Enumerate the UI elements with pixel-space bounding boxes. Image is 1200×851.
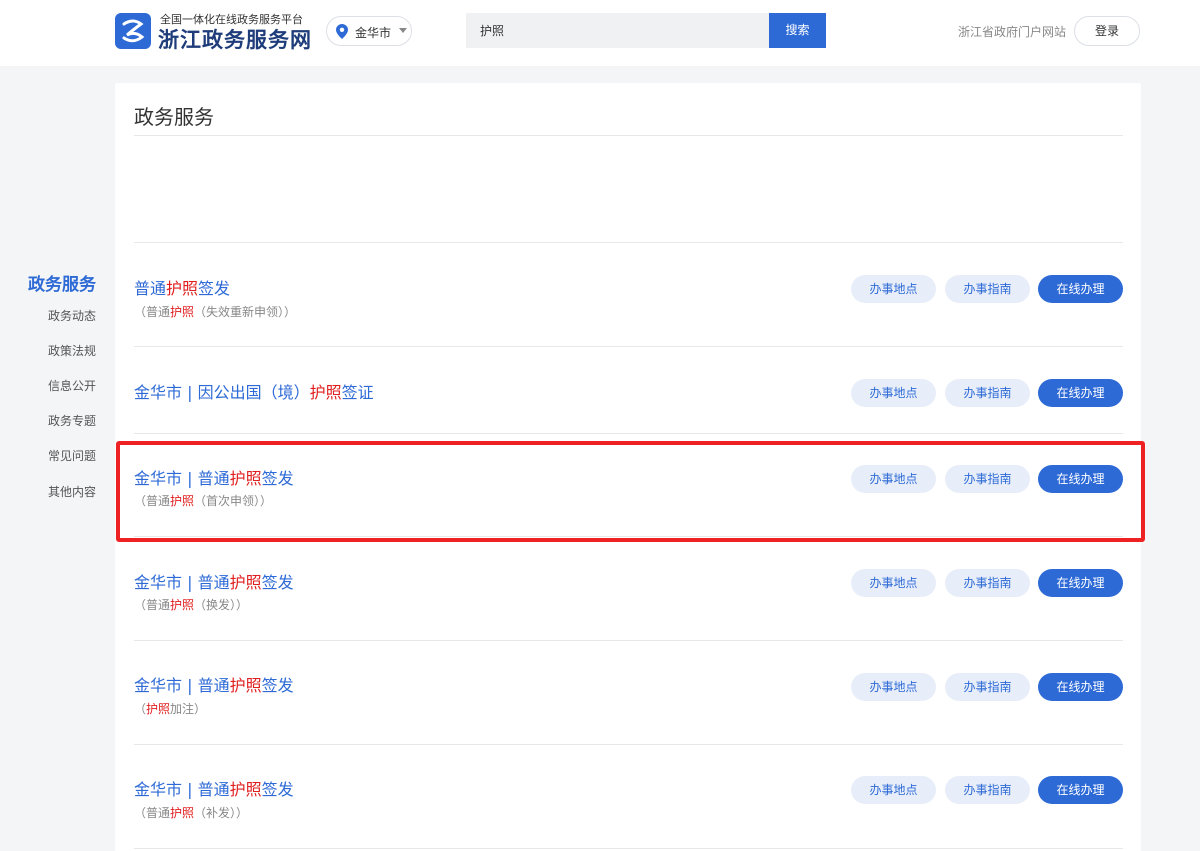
result-subtitle: （普通护照（失效重新申领）） [134,305,297,319]
site-logo-icon[interactable] [115,13,151,49]
result-title[interactable]: 金华市 | 普通护照签发 [134,569,294,593]
search-input[interactable] [466,13,769,48]
divider [134,346,1123,347]
location-button[interactable]: 办事地点 [851,379,936,407]
sidebar-item-disclosure[interactable]: 信息公开 [48,377,96,394]
online-apply-button[interactable]: 在线办理 [1038,776,1123,804]
location-pin-icon [336,24,348,39]
divider [134,640,1123,641]
guide-button[interactable]: 办事指南 [945,673,1030,701]
sidebar-item-other[interactable]: 其他内容 [48,483,96,500]
result-title[interactable]: 金华市 | 普通护照签发 [134,672,294,696]
sidebar-item-policy[interactable]: 政策法规 [48,342,96,359]
online-apply-button[interactable]: 在线办理 [1038,379,1123,407]
sidebar-item-topics[interactable]: 政务专题 [48,412,96,429]
login-button[interactable]: 登录 [1074,16,1140,46]
online-apply-button[interactable]: 在线办理 [1038,673,1123,701]
page-title: 政务服务 [134,105,214,129]
logo-title[interactable]: 浙江政务服务网 [158,24,312,54]
sidebar-item-news[interactable]: 政务动态 [48,307,96,324]
portal-link[interactable]: 浙江省政府门户网站 [958,23,1066,40]
result-title[interactable]: 金华市 | 普通护照签发 [134,776,294,800]
city-selector[interactable]: 金华市 [326,16,412,46]
online-apply-button[interactable]: 在线办理 [1038,569,1123,597]
guide-button[interactable]: 办事指南 [945,776,1030,804]
sidebar-item-faq[interactable]: 常见问题 [48,447,96,464]
result-subtitle: （普通护照（换发）） [134,598,249,612]
guide-button[interactable]: 办事指南 [945,569,1030,597]
location-button[interactable]: 办事地点 [851,275,936,303]
result-subtitle: （普通护照（补发）） [134,806,249,820]
result-title[interactable]: 普通护照签发 [134,275,230,299]
sidebar-title[interactable]: 政务服务 [28,270,96,295]
result-subtitle: （护照加注） [134,702,207,716]
highlight-annotation-box [116,441,1145,542]
location-button[interactable]: 办事地点 [851,776,936,804]
divider [134,242,1123,243]
divider [134,433,1123,434]
location-button[interactable]: 办事地点 [851,569,936,597]
online-apply-button[interactable]: 在线办理 [1038,275,1123,303]
chevron-down-icon [399,28,407,33]
divider [134,848,1123,849]
guide-button[interactable]: 办事指南 [945,379,1030,407]
result-title[interactable]: 金华市 | 因公出国（境）护照签证 [134,379,374,403]
location-button[interactable]: 办事地点 [851,673,936,701]
divider [134,744,1123,745]
city-label: 金华市 [355,26,392,40]
divider [134,135,1123,136]
top-header: 全国一体化在线政务服务平台 浙江政务服务网 金华市 搜索 浙江省政府门户网站 登… [0,0,1200,66]
search-button[interactable]: 搜索 [769,13,826,48]
guide-button[interactable]: 办事指南 [945,275,1030,303]
